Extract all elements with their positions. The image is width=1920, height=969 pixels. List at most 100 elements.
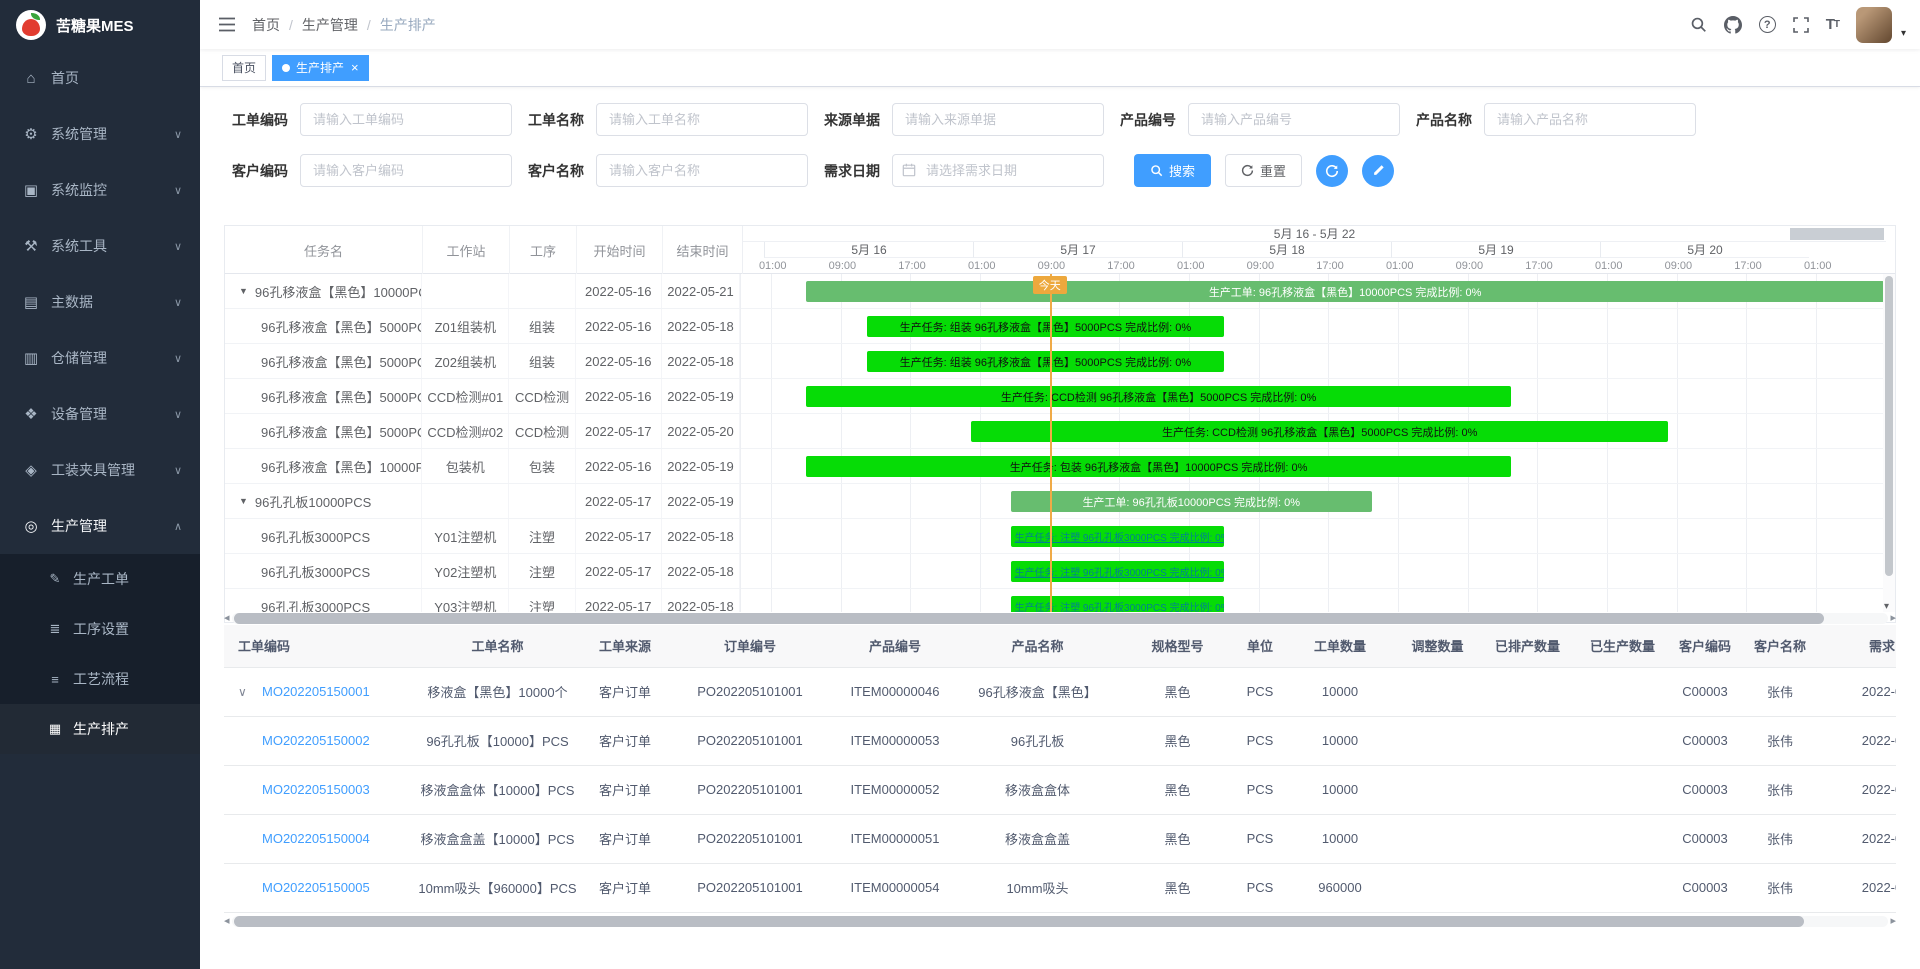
gantt-task-row[interactable]: ▼96孔移液盒【黑色】10000PCS2022-05-162022-05-21 — [225, 274, 740, 309]
gantt-hour-label: 01:00 — [968, 258, 996, 274]
gantt-bar[interactable]: 生产工单: 96孔移液盒【黑色】10000PCS 完成比例: 0% — [806, 281, 1883, 302]
search-button[interactable]: 搜索 — [1134, 154, 1211, 187]
process-icon: ≣ — [46, 621, 64, 637]
filter-input[interactable] — [1188, 103, 1400, 136]
gantt-hour-label: 09:00 — [829, 258, 857, 274]
filter-input[interactable] — [596, 154, 808, 187]
orders-cell: PO202205101001 — [665, 765, 835, 814]
gantt-bar[interactable]: 生产任务: 组装 96孔移液盒【黑色】5000PCS 完成比例: 0% — [867, 351, 1224, 372]
orders-cell: 黑色 — [1120, 667, 1235, 716]
sidebar-item[interactable]: ▥仓储管理∨ — [0, 330, 200, 386]
gantt-bar[interactable]: 生产任务: CCD检测 96孔移液盒【黑色】5000PCS 完成比例: 0% — [806, 386, 1511, 407]
filter-input[interactable] — [300, 154, 512, 187]
gantt-task-name: 96孔孔板3000PCS — [225, 589, 422, 612]
tab-close-icon[interactable]: × — [351, 61, 359, 74]
gantt-timeline-row: 生产任务: CCD检测 96孔移液盒【黑色】5000PCS 完成比例: 0% — [741, 379, 1883, 414]
row-expand-icon[interactable]: ∨ — [238, 685, 247, 699]
sidebar-item[interactable]: ⚒系统工具∨ — [0, 218, 200, 274]
filter-input[interactable] — [596, 103, 808, 136]
filter-input[interactable] — [892, 103, 1104, 136]
sidebar-item[interactable]: ◈工装夹具管理∨ — [0, 442, 200, 498]
filter-fields-2: 客户编码客户名称需求日期 — [232, 154, 1120, 187]
gantt-bar[interactable]: 生产任务: 注塑 96孔孔板3000PCS 完成比例: 0% — [1011, 561, 1224, 582]
gantt-bar[interactable]: 生产任务: 注塑 96孔孔板3000PCS 完成比例: 0% — [1011, 526, 1224, 547]
gantt-bar[interactable]: 生产任务: CCD检测 96孔移液盒【黑色】5000PCS 完成比例: 0% — [971, 421, 1668, 442]
gantt-bar[interactable]: 生产工单: 96孔孔板10000PCS 完成比例: 0% — [1011, 491, 1372, 512]
reset-button[interactable]: 重置 — [1225, 154, 1302, 187]
sidebar-subitem[interactable]: ≡工艺流程 — [0, 654, 200, 704]
orders-cell: C00003 — [1670, 716, 1740, 765]
gantt-task-row[interactable]: 96孔移液盒【黑色】10000PCS包装机包装2022-05-162022-05… — [225, 449, 740, 484]
gantt-task-table: ▼96孔移液盒【黑色】10000PCS2022-05-162022-05-219… — [225, 274, 741, 612]
edit-circle-button[interactable] — [1362, 155, 1394, 187]
orders-table-row[interactable]: MO20220515000510mm吸头【960000】PCS客户订单PO202… — [224, 863, 1896, 912]
sidebar-item[interactable]: ⚙系统管理∨ — [0, 106, 200, 162]
expand-arrow-icon[interactable]: ▼ — [239, 496, 248, 506]
sidebar-item[interactable]: ▤主数据∨ — [0, 274, 200, 330]
orders-table-row[interactable]: MO202205150004移液盒盒盖【10000】PCS客户订单PO20220… — [224, 814, 1896, 863]
help-icon[interactable]: ? — [1759, 16, 1776, 33]
gantt-bar[interactable]: 生产任务: 组装 96孔移液盒【黑色】5000PCS 完成比例: 0% — [867, 316, 1224, 337]
tab-生产排产[interactable]: 生产排产× — [272, 55, 369, 81]
scrollbar-track[interactable] — [232, 916, 1889, 927]
sidebar-item[interactable]: ⌂首页 — [0, 50, 200, 106]
breadcrumb-item[interactable]: 首页 — [252, 15, 280, 35]
gantt-horizontal-scrollbar[interactable]: ◂ ▸ — [224, 612, 1896, 625]
scrollbar-thumb[interactable] — [1885, 276, 1893, 576]
scrollbar-thumb[interactable] — [234, 613, 1824, 624]
search-icon[interactable] — [1690, 16, 1707, 33]
gantt-bar[interactable]: 生产任务: 包装 96孔移液盒【黑色】10000PCS 完成比例: 0% — [806, 456, 1511, 477]
sidebar-item[interactable]: ▣系统监控∨ — [0, 162, 200, 218]
gantt-vertical-scrollbar[interactable]: ▾ — [1883, 274, 1895, 612]
breadcrumb-item[interactable]: 生产排产 — [380, 15, 436, 35]
orders-cell — [1480, 863, 1575, 912]
gantt-timeline-row: 生产任务: 组装 96孔移液盒【黑色】5000PCS 完成比例: 0% — [741, 309, 1883, 344]
scrollbar-thumb[interactable] — [234, 916, 1804, 927]
sidebar-subitem[interactable]: ✎生产工单 — [0, 554, 200, 604]
hamburger-icon[interactable] — [200, 17, 252, 32]
gantt-task-row[interactable]: ▼96孔孔板10000PCS2022-05-172022-05-19 — [225, 484, 740, 519]
scroll-right-arrow-icon[interactable]: ▸ — [1890, 915, 1896, 928]
user-avatar[interactable] — [1856, 7, 1892, 43]
order-code-link[interactable]: MO202205150001 — [262, 684, 370, 699]
gantt-task-row[interactable]: 96孔孔板3000PCSY01注塑机注塑2022-05-172022-05-18 — [225, 519, 740, 554]
filter-input[interactable] — [1484, 103, 1696, 136]
github-icon[interactable] — [1724, 16, 1742, 34]
orders-table-row[interactable]: MO20220515000296孔孔板【10000】PCS客户订单PO20220… — [224, 716, 1896, 765]
sidebar-subitem[interactable]: ≣工序设置 — [0, 604, 200, 654]
scroll-down-arrow-icon[interactable]: ▾ — [1884, 601, 1889, 612]
tab-首页[interactable]: 首页 — [222, 55, 266, 81]
scrollbar-track[interactable] — [232, 613, 1889, 624]
order-code-link[interactable]: MO202205150005 — [262, 880, 370, 895]
scroll-right-arrow-icon[interactable]: ▸ — [1890, 612, 1896, 625]
date-input[interactable] — [892, 154, 1104, 187]
gantt-bar[interactable]: 生产任务: 注塑 96孔孔板3000PCS 完成比例: 0% — [1011, 596, 1224, 612]
scroll-left-arrow-icon[interactable]: ◂ — [224, 915, 230, 928]
sidebar-item[interactable]: ❖设备管理∨ — [0, 386, 200, 442]
breadcrumb-item[interactable]: 生产管理 — [302, 15, 358, 35]
breadcrumb: 首页/生产管理/生产排产 — [252, 15, 436, 35]
order-code-link[interactable]: MO202205150004 — [262, 831, 370, 846]
gantt-task-row[interactable]: 96孔移液盒【黑色】5000PCSZ01组装机组装2022-05-162022-… — [225, 309, 740, 344]
scroll-left-arrow-icon[interactable]: ◂ — [224, 612, 230, 625]
orders-table-row[interactable]: ∨MO202205150001移液盒【黑色】10000个客户订单PO202205… — [224, 667, 1896, 716]
table-horizontal-scrollbar[interactable]: ◂ ▸ — [224, 915, 1896, 928]
production-icon: ◎ — [22, 517, 40, 535]
app-logo[interactable]: 苦糖果MES — [0, 0, 200, 50]
order-code-link[interactable]: MO202205150003 — [262, 782, 370, 797]
gantt-task-row[interactable]: 96孔孔板3000PCSY03注塑机注塑2022-05-172022-05-18 — [225, 589, 740, 612]
refresh-circle-button[interactable] — [1316, 155, 1348, 187]
gantt-zoom-block[interactable] — [1790, 228, 1884, 240]
gantt-task-row[interactable]: 96孔移液盒【黑色】5000PCSZ02组装机组装2022-05-162022-… — [225, 344, 740, 379]
expand-arrow-icon[interactable]: ▼ — [239, 286, 248, 296]
sidebar-subitem[interactable]: ▦生产排产 — [0, 704, 200, 754]
gantt-task-row[interactable]: 96孔移液盒【黑色】5000PCSCCD检测#02CCD检测2022-05-17… — [225, 414, 740, 449]
fullscreen-icon[interactable] — [1793, 17, 1809, 33]
sidebar-item[interactable]: ◎生产管理∧ — [0, 498, 200, 554]
filter-input[interactable] — [300, 103, 512, 136]
gantt-task-row[interactable]: 96孔孔板3000PCSY02注塑机注塑2022-05-172022-05-18 — [225, 554, 740, 589]
gantt-task-row[interactable]: 96孔移液盒【黑色】5000PCSCCD检测#01CCD检测2022-05-16… — [225, 379, 740, 414]
orders-table-row[interactable]: MO202205150003移液盒盒体【10000】PCS客户订单PO20220… — [224, 765, 1896, 814]
order-code-link[interactable]: MO202205150002 — [262, 733, 370, 748]
font-size-icon[interactable]: TT — [1826, 16, 1839, 33]
